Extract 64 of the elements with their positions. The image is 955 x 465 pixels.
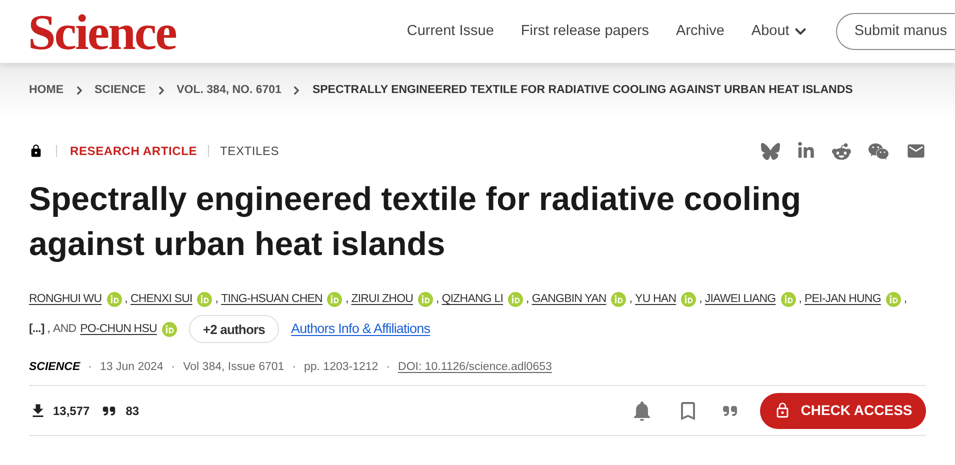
wechat-icon[interactable] xyxy=(868,140,889,162)
author-link[interactable]: ZIRUI ZHOU xyxy=(351,284,414,314)
orcid-icon[interactable] xyxy=(886,292,901,306)
comma: , xyxy=(629,292,632,307)
author-link[interactable]: PO-CHUN HSU xyxy=(80,314,157,344)
comma: , xyxy=(436,292,439,307)
download-count: 13,577 xyxy=(53,402,90,420)
linkedin-icon[interactable] xyxy=(797,142,815,160)
author-link[interactable]: YU HAN xyxy=(635,284,676,314)
comma: , xyxy=(526,292,529,307)
comma: , xyxy=(798,292,802,307)
author-link[interactable]: QIZHANG LI xyxy=(442,284,504,314)
logo[interactable]: Science xyxy=(28,6,176,56)
journal-name: SCIENCE xyxy=(29,360,80,375)
author-link[interactable]: JIAWEI LIANG xyxy=(704,284,776,314)
butterfly-icon[interactable] xyxy=(761,142,780,160)
separator-dot: · xyxy=(88,360,92,375)
comma: , xyxy=(904,292,907,307)
separator-dot: · xyxy=(386,360,390,375)
author-prefix: AND xyxy=(53,322,76,337)
orcid-icon[interactable] xyxy=(197,292,212,306)
quote-icon xyxy=(102,404,116,418)
article-type[interactable]: RESEARCH ARTICLE xyxy=(70,142,198,160)
comma: , xyxy=(345,292,348,307)
article-title: Spectrally engineered textile for radiative cooling against urban heat islands xyxy=(29,179,802,264)
author-link[interactable]: CHENXI SUI xyxy=(130,284,192,314)
more-authors-button[interactable]: +2 authors xyxy=(188,315,279,343)
nav-link[interactable]: First release papers xyxy=(520,20,650,42)
orcid-icon[interactable] xyxy=(681,292,696,306)
expand-authors[interactable]: [...] xyxy=(29,314,44,344)
orcid-icon[interactable] xyxy=(508,292,524,306)
breadcrumb-item[interactable]: SCIENCE xyxy=(94,82,146,100)
comma: , xyxy=(215,292,218,307)
separator-dot: · xyxy=(171,360,176,375)
nav-link[interactable]: Archive xyxy=(676,20,724,42)
orcid-icon[interactable] xyxy=(780,292,796,306)
subject-tag[interactable]: TEXTILES xyxy=(220,142,280,160)
meta-text: 13 Jun 2024 xyxy=(100,360,164,375)
comma: , xyxy=(699,292,702,307)
orcid-icon[interactable] xyxy=(162,322,177,336)
nav-menu[interactable]: About xyxy=(751,20,810,42)
separator-dot: · xyxy=(292,360,296,375)
nav-link[interactable]: Current Issue xyxy=(406,20,494,42)
orcid-icon[interactable] xyxy=(327,292,342,306)
author-link[interactable]: GANGBIN YAN xyxy=(532,284,606,314)
reddit-icon[interactable] xyxy=(832,142,851,160)
comma: , xyxy=(47,322,50,337)
breadcrumb-item[interactable]: VOL. 384, NO. 6701 xyxy=(176,82,282,100)
orcid-icon[interactable] xyxy=(611,292,626,306)
orcid-icon[interactable] xyxy=(418,292,434,306)
citation-count: 83 xyxy=(126,402,140,420)
comma: , xyxy=(124,292,128,307)
breadcrumb-item[interactable]: HOME xyxy=(29,82,64,100)
meta-text: pp. 1203-1212 xyxy=(304,360,378,375)
author-link[interactable]: RONGHUI WU xyxy=(29,284,102,314)
submit-button[interactable]: Submit manus xyxy=(836,13,955,50)
orcid-icon[interactable] xyxy=(106,292,122,306)
doi-link[interactable]: DOI: 10.1126/science.adl0653 xyxy=(398,359,552,376)
breadcrumb-current: SPECTRALLY ENGINEERED TEXTILE FOR RADIATIVE COOLING AGAINST URBAN HEAT ISLANDS xyxy=(312,82,853,98)
check-access-button[interactable]: CHECK ACCESS xyxy=(760,392,926,429)
affiliations-link[interactable]: Authors Info & Affiliations xyxy=(291,314,430,344)
author-link[interactable]: TING-HSUAN CHEN xyxy=(221,284,322,314)
author-link[interactable]: PEI-JAN HUNG xyxy=(804,284,881,314)
meta-text: Vol 384, Issue 6701 xyxy=(183,360,284,375)
